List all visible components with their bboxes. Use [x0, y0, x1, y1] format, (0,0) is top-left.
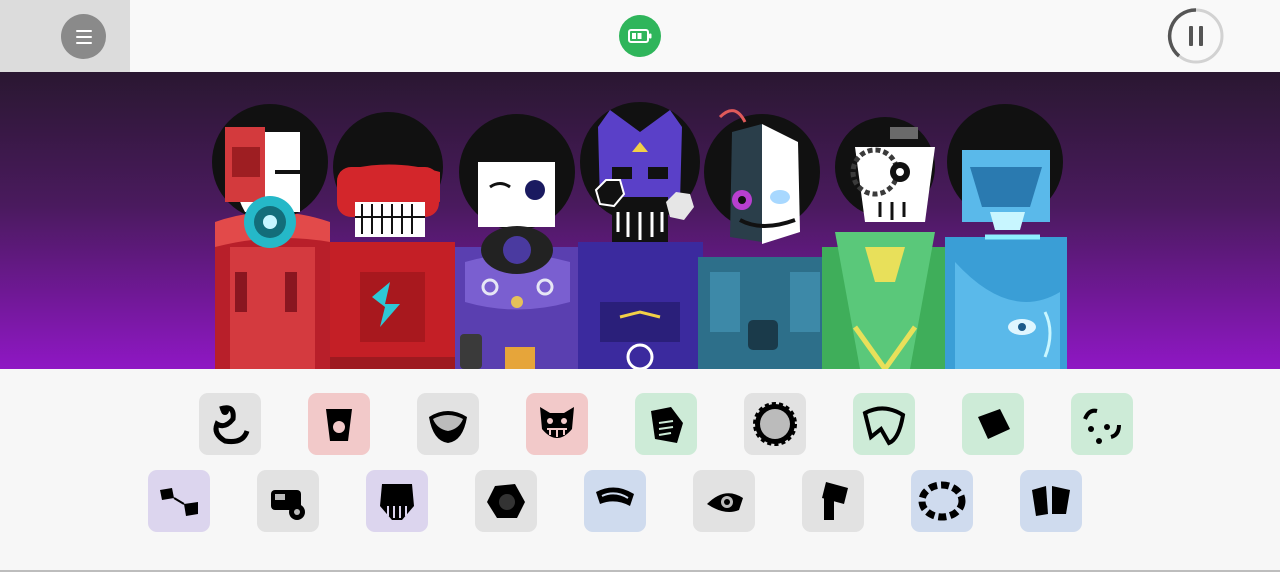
arc-sound-tile[interactable] [584, 470, 646, 532]
cup-sound-tile[interactable] [308, 393, 370, 455]
leaf-sound-tile[interactable] [853, 393, 915, 455]
character-red-mask[interactable] [212, 104, 330, 369]
claw-sound-icon [380, 484, 414, 520]
pause-button[interactable] [1167, 7, 1225, 65]
battery-button[interactable] [619, 15, 661, 57]
sound-icon-tray [0, 369, 1280, 572]
hamburger-menu-icon [75, 29, 92, 44]
bowl-sound-tile[interactable] [417, 393, 479, 455]
hammer-sound-icon [822, 482, 848, 520]
eye-sound-icon [707, 493, 743, 512]
shards-sound-icon [1032, 486, 1070, 516]
bowl-sound-icon [429, 411, 467, 443]
character-stage [0, 72, 1280, 369]
eye-sound-tile[interactable] [693, 470, 755, 532]
swirl-sound-icon [213, 405, 250, 444]
cup-sound-icon [326, 409, 352, 441]
claw-sound-tile[interactable] [366, 470, 428, 532]
blob-sound-tile[interactable] [475, 470, 537, 532]
character-green-gear[interactable] [822, 117, 947, 369]
ring-sound-icon [918, 481, 966, 521]
square-sound-icon [978, 409, 1010, 439]
battery-icon [628, 29, 652, 43]
machine-sound-icon [271, 490, 305, 520]
gear-sound-icon [753, 402, 797, 446]
monster-face-sound-icon [540, 407, 574, 438]
feet-sound-tile[interactable] [148, 470, 210, 532]
dots-sound-tile[interactable] [1071, 393, 1133, 455]
top-bar [0, 0, 1280, 72]
gear-sound-tile[interactable] [744, 393, 806, 455]
card-sound-icon [651, 407, 683, 443]
ring-sound-tile[interactable] [911, 470, 973, 532]
feet-sound-icon [160, 488, 198, 516]
square-sound-tile[interactable] [962, 393, 1024, 455]
pause-icon [1167, 8, 1224, 64]
swirl-sound-tile[interactable] [199, 393, 261, 455]
hammer-sound-tile[interactable] [802, 470, 864, 532]
dots-sound-icon [1083, 408, 1121, 444]
menu-button[interactable] [61, 14, 106, 59]
blob-sound-icon [487, 484, 525, 518]
monster-face-sound-tile[interactable] [526, 393, 588, 455]
leaf-sound-icon [862, 406, 906, 446]
arc-sound-icon [596, 487, 634, 506]
shards-sound-tile[interactable] [1020, 470, 1082, 532]
card-sound-tile[interactable] [635, 393, 697, 455]
menu-area [0, 0, 130, 72]
machine-sound-tile[interactable] [257, 470, 319, 532]
